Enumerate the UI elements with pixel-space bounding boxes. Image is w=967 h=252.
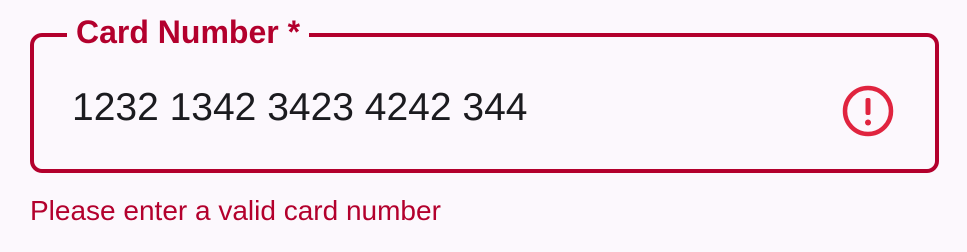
card-number-label: Card Number * xyxy=(67,12,310,52)
card-number-input[interactable] xyxy=(72,85,832,131)
error-icon xyxy=(840,83,896,139)
card-number-field[interactable]: Card Number * xyxy=(30,12,939,173)
error-message: Please enter a valid card number xyxy=(30,195,441,226)
